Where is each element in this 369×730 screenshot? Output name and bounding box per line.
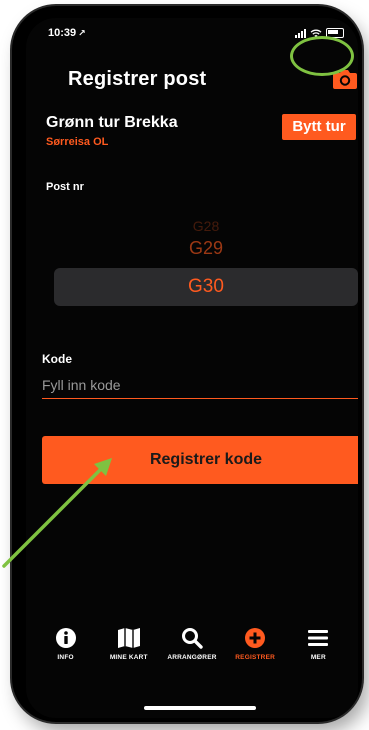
phone-frame: 10:39 ↗ Registrer post Grønn tur Brekka … [12,6,362,722]
tab-arrangorer[interactable]: ARRANGØRER [161,626,223,661]
map-icon [117,626,141,650]
picker-option[interactable]: G28 [54,218,358,234]
register-code-button[interactable]: Registrer kode [42,436,358,484]
home-indicator [144,706,256,710]
club-name: Sørreisa OL [46,136,109,148]
location-arrow-icon: ↗ [78,28,86,38]
picker-option[interactable]: G29 [54,238,358,259]
picker-selected-option[interactable]: G30 [54,276,358,298]
plus-circle-icon [243,626,267,650]
status-time: 10:39 ↗ [48,27,86,39]
battery-icon [326,28,344,38]
search-icon [180,626,204,650]
status-bar: 10:39 ↗ [26,18,358,46]
tab-label: MER [310,654,326,661]
page-title: Registrer post [68,68,207,90]
cellular-signal-icon [295,28,306,38]
info-icon [54,626,78,650]
status-icons [295,28,344,38]
app-screen: 10:39 ↗ Registrer post Grønn tur Brekka … [26,18,358,718]
tab-label: MINE KART [109,654,148,661]
code-label: Kode [42,352,72,366]
tab-registrer[interactable]: REGISTRER [224,626,286,661]
tab-label: INFO [57,654,74,661]
wifi-icon [310,29,322,37]
tab-mine-kart[interactable]: MINE KART [98,626,160,661]
post-number-picker[interactable]: G28 G29 G30 [54,214,358,324]
tab-info[interactable]: INFO [35,626,97,661]
post-number-label: Post nr [46,181,84,193]
tab-label: REGISTRER [235,654,276,661]
tab-label: ARRANGØRER [167,654,217,661]
camera-icon[interactable] [332,68,358,90]
stage: 10:39 ↗ Registrer post Grønn tur Brekka … [0,0,369,730]
tab-bar: INFO MINE KART ARRANGØRER REGISTRER MER [26,626,358,696]
tour-name: Grønn tur Brekka [46,114,178,131]
code-input[interactable] [42,372,358,399]
status-time-text: 10:39 [48,27,77,39]
tab-mer[interactable]: MER [287,626,349,661]
switch-tour-button[interactable]: Bytt tur [282,114,356,140]
menu-icon [306,626,330,650]
